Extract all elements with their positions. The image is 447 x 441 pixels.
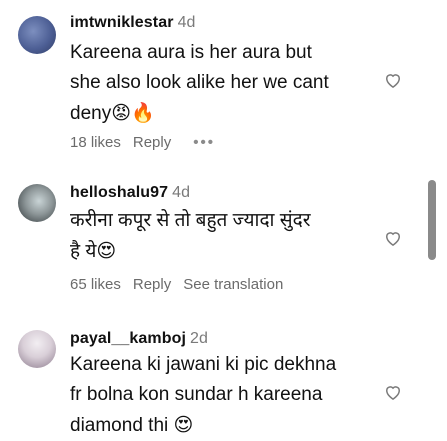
timestamp: 4d xyxy=(177,14,196,31)
comment-body: Kareena ki jawani ki pic dekhna fr bolna… xyxy=(70,354,337,436)
username[interactable]: imtwniklestar xyxy=(70,14,174,31)
avatar[interactable] xyxy=(18,184,56,222)
likes-count[interactable]: 65 likes xyxy=(70,276,121,293)
comment-header: helloshalu97 4d xyxy=(70,184,190,202)
heart-outline-icon[interactable] xyxy=(383,228,403,248)
comment-emojis: 😍 xyxy=(96,240,117,262)
reply-button[interactable]: Reply xyxy=(133,134,171,151)
comment-header: payal__kamboj 2d xyxy=(70,330,208,348)
reply-button[interactable]: Reply xyxy=(133,276,171,293)
scrollbar[interactable] xyxy=(428,180,436,260)
likes-count[interactable]: 18 likes xyxy=(70,134,121,151)
timestamp: 4d xyxy=(172,184,191,201)
timestamp: 2d xyxy=(190,330,209,347)
avatar[interactable] xyxy=(18,16,56,54)
comment-header: imtwniklestar 4d xyxy=(70,14,196,32)
comment-emojis: 😍 xyxy=(173,414,194,436)
comment-actions: 65 likes Reply See translation xyxy=(70,276,283,293)
username[interactable]: payal__kamboj xyxy=(70,330,186,347)
comment-text: Kareena aura is her aura but she also lo… xyxy=(70,38,370,129)
comment-text: करीना कपूर से तो बहुत ज्यादा सुंदर है ये… xyxy=(70,206,370,267)
comment-emojis: 😡🔥 xyxy=(111,102,155,124)
see-translation-link[interactable]: See translation xyxy=(183,276,283,293)
heart-outline-icon[interactable] xyxy=(383,70,403,90)
comment-body: Kareena aura is her aura but she also lo… xyxy=(70,42,329,124)
comment-actions: 18 likes Reply ••• xyxy=(70,134,215,151)
username[interactable]: helloshalu97 xyxy=(70,184,168,201)
avatar[interactable] xyxy=(18,330,56,368)
comment-text: Kareena ki jawani ki pic dekhna fr bolna… xyxy=(70,350,370,441)
more-options-icon[interactable]: ••• xyxy=(193,134,215,151)
heart-outline-icon[interactable] xyxy=(383,382,403,402)
